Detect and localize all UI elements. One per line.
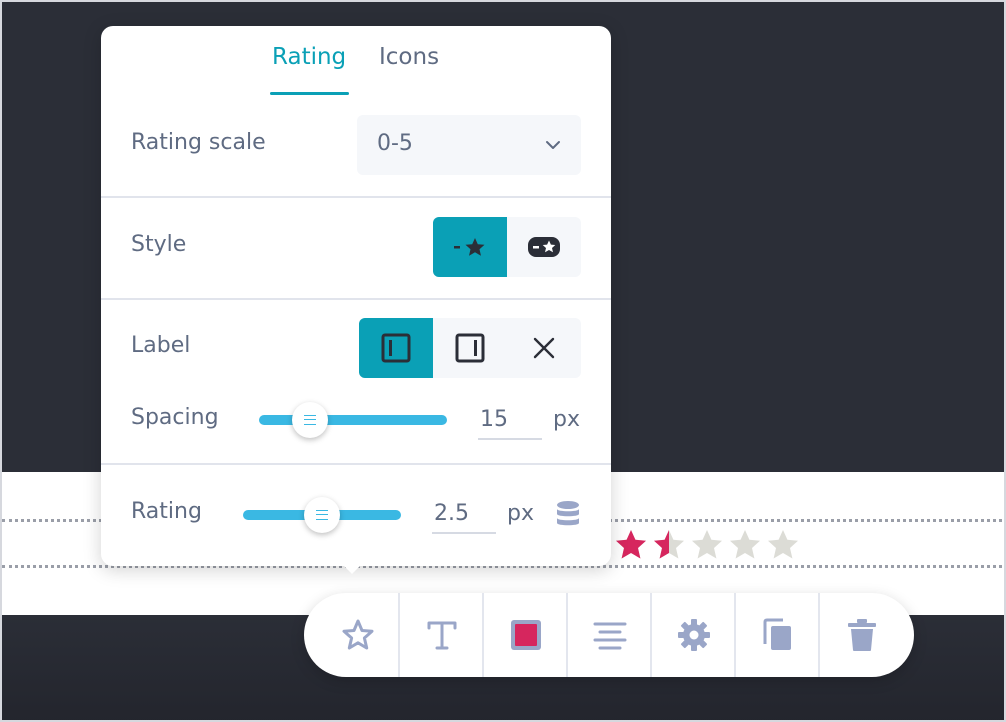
panel-tabs: Rating Icons	[101, 26, 611, 96]
spacing-slider-handle[interactable]	[291, 402, 328, 438]
spacing-label: Spacing	[131, 405, 219, 430]
star-empty-icon[interactable]	[766, 528, 800, 562]
rating-settings-panel: Rating Icons Rating scale 0-5 Style Labe…	[101, 26, 611, 566]
label-position-label: Label	[131, 333, 191, 358]
active-tab-indicator	[270, 92, 349, 95]
toolbar-duplicate-button[interactable]	[736, 593, 820, 677]
label-option-left[interactable]	[359, 318, 433, 378]
divider	[101, 463, 611, 465]
label-option-right[interactable]	[433, 318, 507, 378]
spacing-unit: px	[553, 407, 580, 432]
divider	[101, 298, 611, 300]
gear-icon	[678, 619, 710, 651]
star-empty-icon[interactable]	[728, 528, 762, 562]
chevron-down-icon	[546, 141, 560, 149]
label-left-icon	[381, 333, 411, 363]
align-icon	[593, 622, 627, 650]
rating-value-label: Rating	[131, 499, 202, 524]
rating-scale-value: 0-5	[377, 131, 413, 156]
toolbar-star-button[interactable]	[316, 593, 400, 677]
color-swatch	[511, 620, 541, 650]
rating-scale-label: Rating scale	[131, 130, 266, 155]
badge-star-icon	[528, 237, 560, 257]
rating-input[interactable]	[432, 494, 496, 534]
style-option-badge-star[interactable]	[507, 217, 581, 277]
label-option-none[interactable]	[507, 318, 581, 378]
toolbar-align-button[interactable]	[568, 593, 652, 677]
style-label: Style	[131, 232, 187, 257]
canvas: Rating Icons Rating scale 0-5 Style Labe…	[0, 0, 1006, 722]
star-icon	[342, 619, 374, 650]
tab-icons[interactable]: Icons	[379, 44, 439, 70]
star-rating[interactable]	[614, 528, 800, 562]
duplicate-icon	[763, 618, 791, 650]
close-icon	[533, 337, 555, 359]
style-segmented-control	[433, 217, 581, 277]
toolbar-settings-button[interactable]	[652, 593, 736, 677]
database-icon[interactable]	[555, 500, 581, 528]
divider	[101, 196, 611, 198]
text-icon	[427, 621, 457, 650]
spacing-slider-track[interactable]	[259, 415, 447, 425]
spacing-input[interactable]	[478, 400, 542, 440]
star-half-icon[interactable]	[652, 528, 686, 562]
tab-rating[interactable]: Rating	[272, 44, 346, 70]
toolbar-delete-button[interactable]	[820, 593, 904, 677]
rating-scale-select[interactable]: 0-5	[357, 115, 581, 175]
label-right-icon	[455, 333, 485, 363]
panel-pointer	[340, 562, 364, 574]
label-position-segmented-control	[359, 318, 581, 378]
star-empty-icon[interactable]	[690, 528, 724, 562]
dash-star-icon	[454, 238, 485, 256]
block-toolbar	[304, 593, 914, 677]
star-filled-icon[interactable]	[614, 528, 648, 562]
trash-icon	[848, 619, 876, 651]
toolbar-text-button[interactable]	[400, 593, 484, 677]
toolbar-color-button[interactable]	[484, 593, 568, 677]
rating-slider-handle[interactable]	[304, 497, 340, 533]
rating-unit: px	[507, 501, 534, 526]
style-option-dash-star[interactable]	[433, 217, 507, 277]
